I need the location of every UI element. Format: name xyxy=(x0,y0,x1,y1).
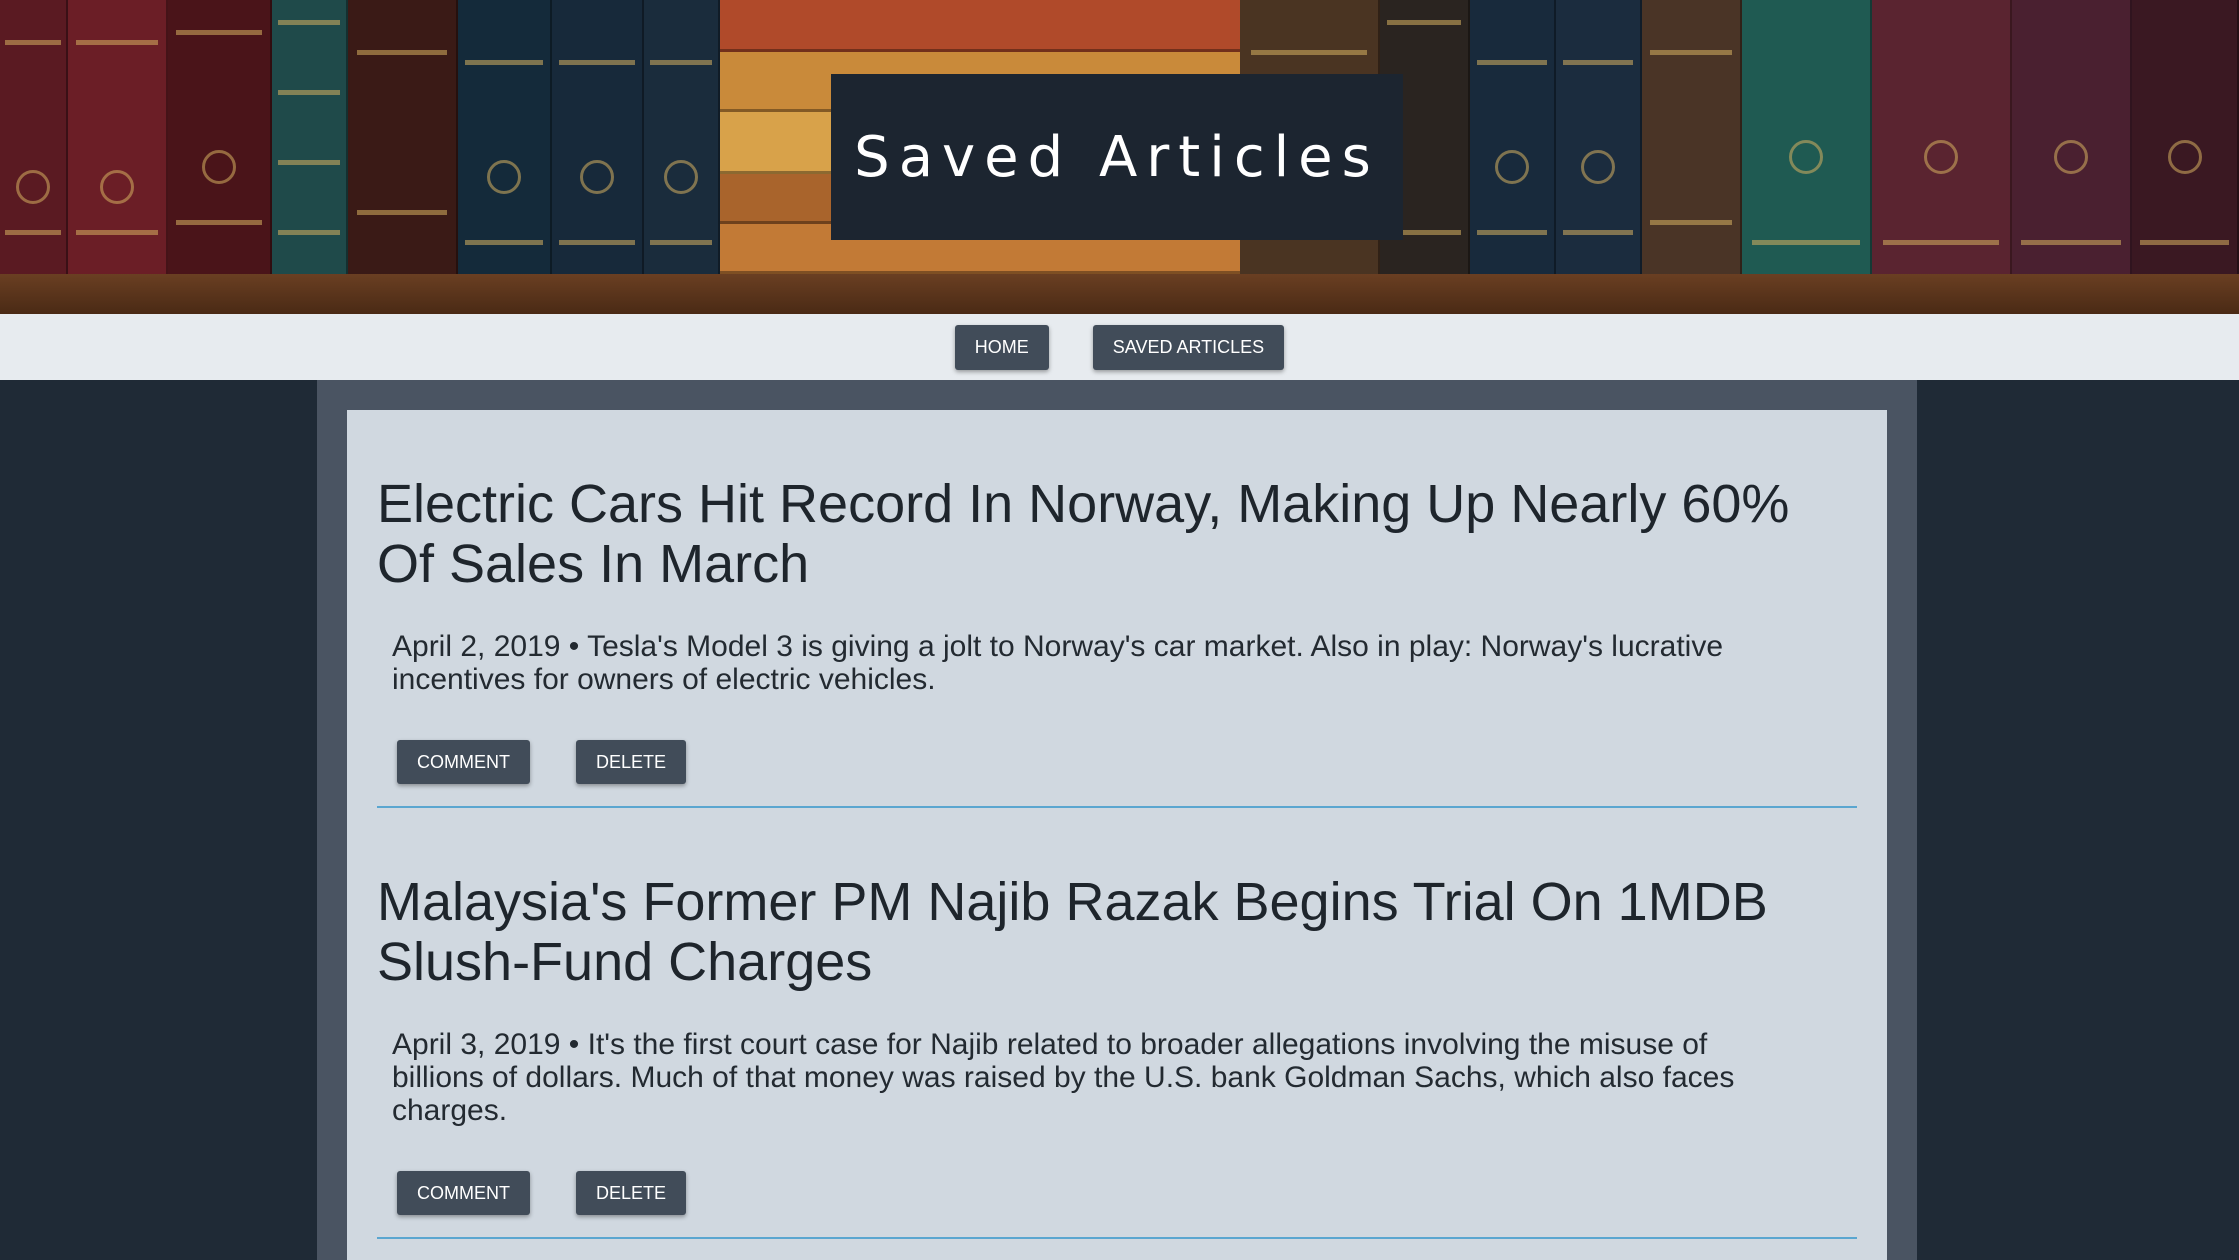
content-frame: Electric Cars Hit Record In Norway, Maki… xyxy=(317,380,1917,1260)
delete-button[interactable]: DELETE xyxy=(576,740,687,784)
article-summary: April 2, 2019 • Tesla's Model 3 is givin… xyxy=(392,630,1724,696)
article-card: Malaysia's Former PM Najib Razak Begins … xyxy=(377,808,1857,1239)
saved-articles-button[interactable]: SAVED ARTICLES xyxy=(1092,324,1285,370)
title-box: Saved Articles xyxy=(831,74,1403,240)
comment-button[interactable]: COMMENT xyxy=(397,740,530,784)
comment-button[interactable]: COMMENT xyxy=(397,1171,530,1215)
article-title: Electric Cars Hit Record In Norway, Maki… xyxy=(377,474,1790,594)
article-summary: April 3, 2019 • It's the first court cas… xyxy=(392,1028,1735,1127)
hero-banner: Saved Articles xyxy=(0,0,2239,314)
article-title: Malaysia's Former PM Najib Razak Begins … xyxy=(377,872,1768,992)
nav-bar: HOME SAVED ARTICLES xyxy=(0,314,2239,380)
delete-button[interactable]: DELETE xyxy=(576,1171,687,1215)
article-actions: COMMENT DELETE xyxy=(377,740,1857,784)
home-button[interactable]: HOME xyxy=(954,324,1049,370)
article-actions: COMMENT DELETE xyxy=(377,1171,1857,1215)
article-card: Electric Cars Hit Record In Norway, Maki… xyxy=(377,410,1857,808)
articles-panel: Electric Cars Hit Record In Norway, Maki… xyxy=(347,410,1887,1260)
page-title: Saved Articles xyxy=(854,124,1380,190)
